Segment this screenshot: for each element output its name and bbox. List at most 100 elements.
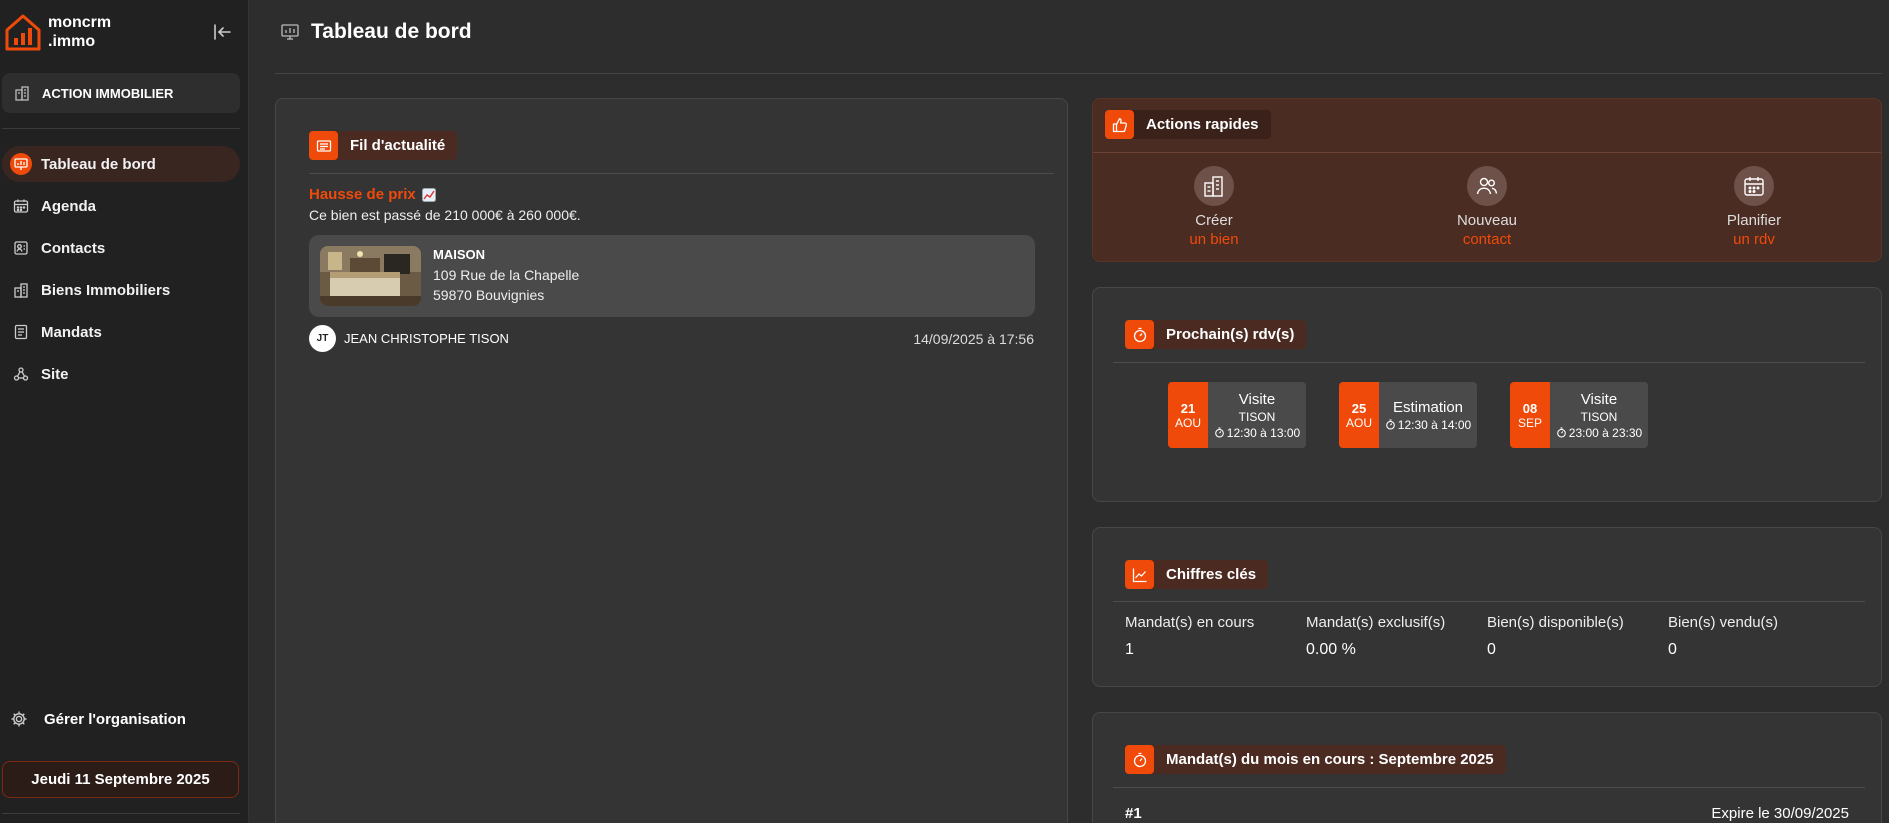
news-feed-header: Fil d'actualité — [309, 131, 458, 160]
quick-actions-title: Actions rapides — [1146, 116, 1259, 133]
property-type: MAISON — [433, 247, 485, 262]
sidebar-item-biens[interactable]: Biens Immobiliers — [2, 272, 240, 308]
card-divider — [1113, 787, 1865, 788]
schedule-appointment-button[interactable]: Planifier un rdv — [1684, 166, 1824, 248]
appointment-month: AOU — [1174, 415, 1201, 430]
sidebar-divider — [2, 128, 240, 129]
key-figures-card: Chiffres clés Mandat(s) en cours 1 Manda… — [1092, 527, 1882, 687]
feed-event-title-text: Hausse de prix — [309, 186, 416, 203]
action-sublabel: un rdv — [1733, 231, 1775, 248]
appointment-day: 25 — [1351, 400, 1367, 416]
monthly-mandates-title: Mandat(s) du mois en cours : Septembre 2… — [1166, 751, 1494, 768]
appointment-hours: 23:00 à 23:30 — [1568, 425, 1643, 440]
card-divider — [1113, 601, 1865, 602]
avatar: JT — [309, 325, 336, 352]
brand-line2: .immo — [48, 33, 96, 50]
feed-event-text: Ce bien est passé de 210 000€ à 260 000€… — [309, 207, 581, 223]
dashboard-icon — [10, 153, 32, 175]
quick-actions-card: Actions rapides Créer un bien Nouveau co… — [1092, 98, 1882, 262]
brand-line1: moncrm — [48, 14, 112, 31]
sidebar-item-agenda[interactable]: Agenda — [2, 188, 240, 224]
sidebar-item-contacts[interactable]: Contacts — [2, 230, 240, 266]
kpi-label: Mandat(s) en cours — [1125, 614, 1255, 631]
building-icon — [14, 85, 30, 101]
sidebar-item-label: Mandats — [41, 323, 102, 341]
dashboard-icon — [281, 23, 299, 41]
kpi-mandats-en-cours: Mandat(s) en cours 1 — [1125, 614, 1254, 659]
action-label: Créer — [1195, 212, 1233, 229]
property-card[interactable]: MAISON 109 Rue de la Chapelle 59870 Bouv… — [309, 235, 1035, 317]
current-date: Jeudi 11 Septembre 2025 — [2, 761, 239, 798]
appointment-hours: 12:30 à 13:00 — [1226, 425, 1301, 440]
appointment-contact: TISON — [1238, 409, 1276, 424]
appointment-type: Estimation — [1392, 398, 1464, 416]
line-chart-icon — [1132, 567, 1148, 583]
building-icon — [1202, 174, 1226, 198]
kpi-label: Mandat(s) exclusif(s) — [1306, 614, 1446, 631]
header-divider — [275, 73, 1882, 74]
house-chart-logo-icon — [4, 12, 42, 52]
feed-event-date: 14/09/2025 à 17:56 — [913, 331, 1034, 347]
calendar-icon — [1742, 174, 1766, 198]
organization-selector[interactable]: ACTION IMMOBILIER — [2, 73, 240, 113]
feed-author: JT JEAN CHRISTOPHE TISON — [309, 325, 509, 352]
news-icon — [316, 138, 332, 154]
action-sublabel: contact — [1462, 231, 1512, 248]
appointment-day: 08 — [1522, 400, 1538, 416]
sidebar-item-label: Site — [41, 365, 69, 383]
action-label: Planifier — [1726, 212, 1782, 229]
action-sublabel: un bien — [1189, 231, 1239, 248]
page-title: Tableau de bord — [311, 20, 472, 43]
kpi-label: Bien(s) disponible(s) — [1487, 614, 1624, 631]
appointment-month: AOU — [1345, 415, 1372, 430]
organization-name: ACTION IMMOBILIER — [42, 85, 174, 101]
new-contact-button[interactable]: Nouveau contact — [1417, 166, 1557, 248]
sidebar-item-label: Agenda — [41, 197, 97, 215]
card-divider — [309, 173, 1054, 174]
stopwatch-icon — [1385, 419, 1396, 430]
appointment-item[interactable]: 21 AOU Visite TISON 12:30 à 13:00 — [1168, 382, 1306, 448]
monthly-mandates-header: Mandat(s) du mois en cours : Septembre 2… — [1125, 745, 1506, 774]
feed-event-title[interactable]: Hausse de prix — [309, 186, 436, 203]
quick-actions-header: Actions rapides — [1105, 110, 1271, 139]
create-property-button[interactable]: Créer un bien — [1144, 166, 1284, 248]
calendar-icon — [10, 195, 32, 217]
appointment-type: Visite — [1238, 390, 1276, 408]
mandate-number[interactable]: #1 — [1125, 805, 1142, 822]
monthly-mandates-card: Mandat(s) du mois en cours : Septembre 2… — [1092, 712, 1882, 823]
kpi-value: 0 — [1487, 641, 1496, 658]
key-figures-header: Chiffres clés — [1125, 560, 1269, 589]
users-icon — [1475, 174, 1499, 198]
kpi-label: Bien(s) vendu(s) — [1668, 614, 1779, 631]
manage-organization-label: Gérer l'organisation — [44, 710, 186, 728]
stopwatch-icon — [1556, 427, 1567, 438]
sidebar-item-dashboard[interactable]: Tableau de bord — [2, 146, 240, 182]
property-address-city: 59870 Bouvignies — [433, 287, 545, 303]
upcoming-appointments-header: Prochain(s) rdv(s) — [1125, 320, 1307, 349]
kpi-value: 0 — [1668, 641, 1677, 658]
contacts-icon — [10, 237, 32, 259]
appointment-item[interactable]: 08 SEP Visite TISON 23:00 à 23:30 — [1510, 382, 1648, 448]
sidebar: moncrm .immo ACTION IMMOBILIER Tableau d… — [0, 0, 249, 823]
appointment-hours: 12:30 à 14:00 — [1397, 417, 1472, 432]
appointment-contact: TISON — [1580, 409, 1618, 424]
stopwatch-icon — [1214, 427, 1225, 438]
card-divider — [1113, 362, 1865, 363]
sidebar-nav: Tableau de bord Agenda Contacts Biens Im… — [2, 146, 240, 398]
manage-organization-link[interactable]: Gérer l'organisation — [10, 710, 186, 728]
chart-increase-icon — [421, 187, 436, 202]
stopwatch-icon — [1132, 327, 1148, 343]
appointment-item[interactable]: 25 AOU Estimation 12:30 à 14:00 — [1339, 382, 1477, 448]
news-feed-title: Fil d'actualité — [350, 137, 446, 154]
sidebar-item-label: Biens Immobiliers — [41, 281, 171, 299]
kpi-biens-disponibles: Bien(s) disponible(s) 0 — [1487, 614, 1624, 659]
mandate-expiry: Expire le 30/09/2025 — [1711, 805, 1849, 822]
collapse-sidebar-icon[interactable] — [212, 22, 232, 42]
sidebar-item-mandats[interactable]: Mandats — [2, 314, 240, 350]
stopwatch-icon — [1132, 752, 1148, 768]
kpi-biens-vendus: Bien(s) vendu(s) 0 — [1668, 614, 1778, 659]
page-header: Tableau de bord — [281, 20, 472, 44]
sidebar-item-site[interactable]: Site — [2, 356, 240, 392]
sidebar-item-label: Contacts — [41, 239, 106, 257]
logo[interactable]: moncrm .immo — [4, 12, 111, 52]
